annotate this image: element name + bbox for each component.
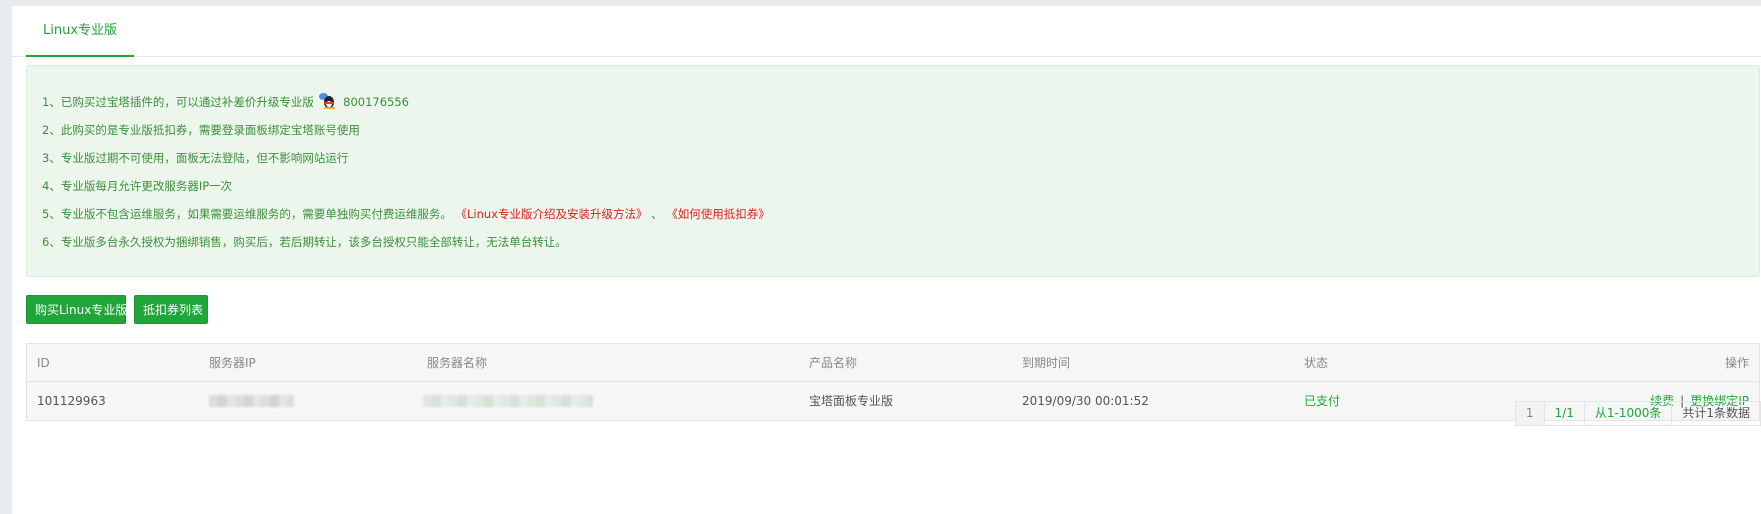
buy-linux-pro-button[interactable]: 购买Linux专业版 [26,295,127,324]
notice-item: 4、专业版每月允许更改服务器IP一次 [42,179,233,193]
header-product: 产品名称 [809,356,858,370]
redacted-server-name [423,395,593,407]
page-total: 共计1条数据 [1671,402,1760,425]
redacted-server-ip [209,395,294,407]
cell-id: 101129963 [37,394,106,408]
qq-number: 800176556 [343,95,409,109]
main-panel: Linux专业版 1、已购买过宝塔插件的，可以通过补差价升级专业版 800176… [12,6,1761,514]
table-row: 101129963 宝塔面板专业版 2019/09/30 00:01:52 已支… [27,382,1759,420]
cell-expire: 2019/09/30 00:01:52 [1022,394,1149,408]
notice-list: 1、已购买过宝塔插件的，可以通过补差价升级专业版 800176556 2、此购买… [42,88,770,256]
coupon-list-button[interactable]: 抵扣券列表 [134,295,208,324]
notice-item: 2、此购买的是专业版抵扣券，需要登录面板绑定宝塔账号使用 [42,123,360,137]
notice-box: 1、已购买过宝塔插件的，可以通过补差价升级专业版 800176556 2、此购买… [26,65,1760,277]
page-count: 1/1 [1543,402,1584,425]
tab-linux-pro[interactable]: Linux专业版 [26,6,134,57]
notice-item: 1、已购买过宝塔插件的，可以通过补差价升级专业版 800176556 [42,93,409,109]
tab-bar: Linux专业版 [12,6,1761,57]
notice-item: 5、专业版不包含运维服务，如果需要运维服务的，需要单独购买付费运维服务。 《Li… [42,207,770,221]
status-badge: 已支付 [1304,394,1341,408]
page-range: 从1-1000条 [1583,402,1672,425]
notice-item: 6、专业版多台永久授权为捆绑销售，购买后，若后期转让，该多台授权只能全部转让，无… [42,235,567,249]
page-current[interactable]: 1 [1515,402,1544,425]
qq-penguin-icon[interactable] [319,93,337,109]
header-expire: 到期时间 [1022,356,1071,370]
header-server-ip: 服务器IP [209,356,256,370]
link-intro[interactable]: 《Linux专业版介绍及安装升级方法》 [455,207,647,221]
notice-item: 3、专业版过期不可使用，面板无法登陆，但不影响网站运行 [42,151,349,165]
header-id: ID [37,356,50,370]
header-status: 状态 [1304,356,1329,370]
pagination: 1 1/1 从1-1000条 共计1条数据 [1514,401,1761,426]
table-header: ID 服务器IP 服务器名称 产品名称 到期时间 状态 操作 [27,344,1759,382]
header-actions: 操作 [1724,356,1749,370]
cell-product: 宝塔面板专业版 [809,394,894,408]
header-server-name: 服务器名称 [427,356,488,370]
license-table: ID 服务器IP 服务器名称 产品名称 到期时间 状态 操作 101129963… [26,343,1760,421]
link-coupon-howto[interactable]: 《如何使用抵扣券》 [666,207,770,221]
